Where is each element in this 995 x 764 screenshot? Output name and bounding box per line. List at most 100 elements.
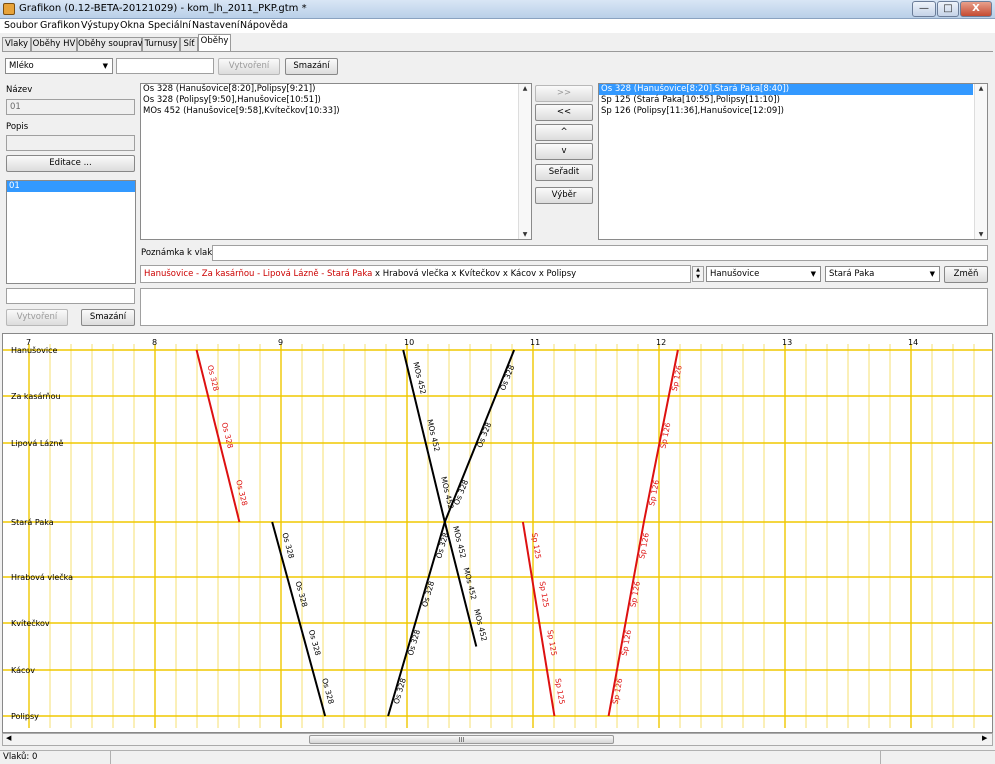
train-label: Os 328 <box>475 421 493 449</box>
hour-tick-label: 11 <box>530 338 540 347</box>
hour-tick-label: 14 <box>908 338 918 347</box>
change-button[interactable]: Změň <box>944 266 988 283</box>
train-label: Os 328 <box>420 580 436 608</box>
hour-tick-label: 9 <box>278 338 283 347</box>
menu-okna[interactable]: Okna <box>120 19 145 33</box>
train-label: Os 328 <box>280 532 296 560</box>
scroll-up-icon[interactable]: ▲ <box>975 85 987 92</box>
train-graph-chart: 7 8 9 10 11 12 13 14HanušoviceZa kasárňouLipová… <box>3 338 992 728</box>
station-label: Polipsy <box>11 712 39 721</box>
circulation-type-combo[interactable]: Mléko ▼ <box>5 58 113 74</box>
train-count-status: Vlaků: 0 <box>3 752 38 762</box>
train-label: Os 328 <box>220 421 235 449</box>
train-graph[interactable]: 7 8 9 10 11 12 13 14 Hanušovice Za kasárňou Lipová… <box>2 333 993 733</box>
circulation-list[interactable]: 01 <box>6 180 136 284</box>
create-button[interactable]: Vytvoření <box>6 309 68 326</box>
scroll-right-icon[interactable]: ▶ <box>982 734 987 742</box>
panel-divider <box>2 51 993 52</box>
add-train-button[interactable]: >> <box>535 85 593 102</box>
train-label: Sp 126 <box>637 532 651 560</box>
hour-tick-label: 13 <box>782 338 792 347</box>
name-label: Název <box>6 85 33 95</box>
train-line <box>271 521 327 717</box>
combo-value: Hanušovice <box>710 269 760 279</box>
description-value <box>6 135 135 151</box>
create-circulation-button[interactable]: Vytvoření <box>218 58 280 75</box>
train-label: Os 328 <box>392 677 408 705</box>
close-button[interactable]: X <box>960 1 992 17</box>
route-field[interactable]: Hanušovice - Za kasárňou - Lipová Lázně … <box>140 265 691 283</box>
list-item[interactable]: Os 328 (Polipsy[9:50],Hanušovice[10:51]) <box>141 95 531 106</box>
minimize-button[interactable]: — <box>912 1 936 17</box>
tab-obehy-hv[interactable]: Oběhy HV <box>31 37 77 51</box>
title-bar: Grafikon (0.12-BETA-20121029) - kom_lh_2… <box>0 0 995 19</box>
select-button[interactable]: Výběr <box>535 187 593 204</box>
tab-obehy-souprav[interactable]: Oběhy souprav <box>77 37 143 51</box>
vertical-scrollbar[interactable]: ▲ ▼ <box>518 84 531 239</box>
scroll-up-icon[interactable]: ▲ <box>519 85 531 92</box>
tab-strip: Vlaky Oběhy HV Oběhy souprav Turnusy Síť… <box>0 34 995 51</box>
horizontal-scrollbar[interactable]: ◀ III ▶ <box>2 733 993 746</box>
edit-button[interactable]: Editace ... <box>6 155 135 172</box>
list-item[interactable]: Sp 126 (Polipsy[11:36],Hanušovice[12:09]… <box>599 106 987 117</box>
vertical-scrollbar[interactable]: ▲ ▼ <box>974 84 987 239</box>
sort-button[interactable]: Seřadit <box>535 164 593 181</box>
to-station-combo[interactable]: Stará Paka ▼ <box>825 266 940 282</box>
train-label: Sp 125 <box>553 678 566 706</box>
menu-grafikon[interactable]: Grafikon <box>40 19 80 33</box>
tab-vlaky[interactable]: Vlaky <box>2 37 31 51</box>
move-down-button[interactable]: v <box>535 143 593 160</box>
train-label: Sp 126 <box>620 629 634 657</box>
maximize-button[interactable]: □ <box>937 1 959 17</box>
scroll-down-icon[interactable]: ▼ <box>975 231 987 238</box>
list-item[interactable]: MOs 452 (Hanušovice[9:58],Kvítečkov[10:3… <box>141 106 531 117</box>
train-label: Sp 125 <box>546 629 559 657</box>
route-spinner[interactable]: ▲ ▼ <box>692 266 704 282</box>
tab-turnusy[interactable]: Turnusy <box>142 37 180 51</box>
new-circulation-input[interactable] <box>6 288 135 304</box>
train-label: Sp 125 <box>538 581 551 609</box>
train-label: Os 328 <box>307 629 323 657</box>
from-station-combo[interactable]: Hanušovice ▼ <box>706 266 821 282</box>
menu-vystupy[interactable]: Výstupy <box>81 19 119 33</box>
scroll-left-icon[interactable]: ◀ <box>6 734 11 742</box>
train-label: Os 328 <box>320 677 336 705</box>
status-divider <box>110 751 111 764</box>
route-rest-part: x Hrabová vlečka x Kvítečkov x Kácov x P… <box>372 269 577 279</box>
status-bar: Vlaků: 0 <box>0 750 995 764</box>
chevron-down-icon: ▼ <box>810 270 816 278</box>
info-area[interactable] <box>140 288 988 326</box>
route-selected-part: Hanušovice - Za kasárňou - Lipová Lázně … <box>144 269 373 279</box>
menu-soubor[interactable]: Soubor <box>4 19 38 33</box>
list-item[interactable]: Os 328 (Hanušovice[8:20],Polipsy[9:21]) <box>141 84 531 95</box>
scroll-down-icon[interactable]: ▼ <box>519 231 531 238</box>
delete-button[interactable]: Smazání <box>81 309 135 326</box>
delete-circulation-button[interactable]: Smazání <box>285 58 338 75</box>
list-item[interactable]: Sp 125 (Stará Paka[10:55],Polipsy[11:10]… <box>599 95 987 106</box>
tab-obehy[interactable]: Oběhy <box>198 34 231 51</box>
train-label: Os 328 <box>206 364 221 392</box>
tab-sit[interactable]: Síť <box>180 37 198 51</box>
menu-napoveda[interactable]: Nápověda <box>240 19 288 33</box>
list-item[interactable]: 01 <box>7 181 135 192</box>
combo-value: Mléko <box>9 61 34 71</box>
circulation-trains-list[interactable]: Os 328 (Hanušovice[8:20],Stará Paka[8:40… <box>598 83 988 240</box>
move-up-button[interactable]: ^ <box>535 124 593 141</box>
station-label: Hrabová vlečka <box>11 572 73 582</box>
chevron-down-icon: ▼ <box>929 270 935 278</box>
menu-nastaveni[interactable]: Nastavení <box>192 19 240 33</box>
name-value: 01 <box>6 99 135 115</box>
menu-bar: Soubor Grafikon Výstupy Okna Speciální N… <box>0 19 995 33</box>
circulation-name-input[interactable] <box>116 58 214 74</box>
scroll-thumb[interactable]: III <box>309 735 614 744</box>
note-input[interactable] <box>212 245 988 261</box>
menu-specialni[interactable]: Speciální <box>148 19 191 33</box>
train-label: Sp 126 <box>611 677 625 705</box>
app-icon <box>3 3 15 15</box>
description-label: Popis <box>6 122 29 132</box>
remove-train-button[interactable]: << <box>535 104 593 121</box>
available-trains-list[interactable]: Os 328 (Hanušovice[8:20],Polipsy[9:21]) … <box>140 83 532 240</box>
list-item[interactable]: Os 328 (Hanušovice[8:20],Stará Paka[8:40… <box>599 84 973 95</box>
train-label: Sp 126 <box>628 580 642 608</box>
station-label: Hanušovice <box>11 345 57 355</box>
